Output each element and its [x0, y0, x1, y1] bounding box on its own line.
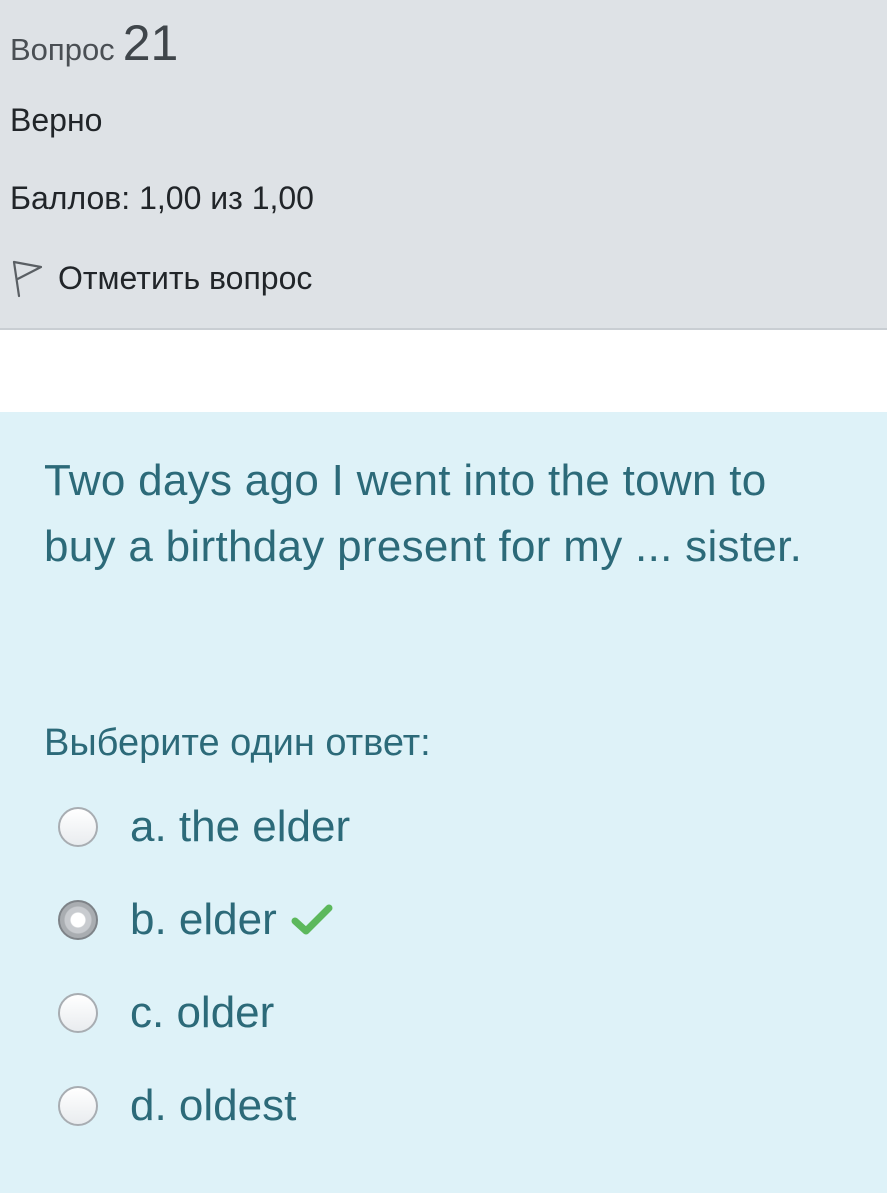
flag-question-link[interactable]: Отметить вопрос	[10, 258, 312, 298]
answer-label-c: c. older	[130, 987, 275, 1037]
answer-radio-c[interactable]	[58, 992, 98, 1033]
question-info-panel: Вопрос 21 Верно Баллов: 1,00 из 1,00 Отме…	[0, 0, 887, 330]
answer-prompt: Выберите один ответ:	[44, 722, 431, 764]
question-grade: Баллов: 1,00 из 1,00	[10, 180, 314, 216]
question-text: Two days ago I went into the town to buy…	[44, 456, 803, 571]
answer-label-a: a. the elder	[130, 801, 351, 851]
answer-option-d[interactable]: d. oldest	[58, 1059, 296, 1152]
question-header: Вопрос 21	[10, 14, 178, 72]
answer-radio-d[interactable]	[58, 1085, 98, 1126]
question-label: Вопрос	[10, 32, 115, 67]
answer-option-b[interactable]: b. elder	[58, 873, 333, 966]
flag-question-label: Отметить вопрос	[58, 259, 313, 296]
flag-icon	[12, 260, 43, 298]
question-status: Верно	[10, 102, 103, 138]
answer-radio-a[interactable]	[58, 806, 98, 847]
check-icon	[291, 904, 333, 934]
answer-option-a[interactable]: a. the elder	[58, 780, 350, 873]
answer-label-d: d. oldest	[130, 1080, 297, 1130]
question-number: 21	[122, 15, 179, 71]
answer-label-b: b. elder	[130, 894, 277, 944]
answer-radio-b[interactable]	[58, 899, 98, 940]
answer-option-c[interactable]: c. older	[58, 966, 274, 1059]
